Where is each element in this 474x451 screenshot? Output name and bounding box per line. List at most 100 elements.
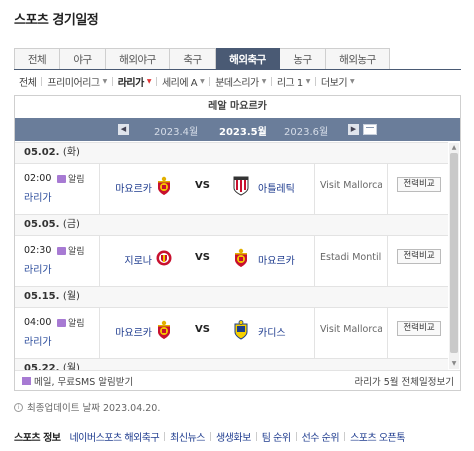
- alarm-button[interactable]: 알림: [57, 172, 85, 185]
- chevron-down-icon: ▼: [350, 78, 355, 85]
- alarm-icon: [57, 174, 66, 183]
- next-month-link[interactable]: 2023.6월: [284, 123, 328, 138]
- match-row: 02:30 알림라리가 지로나 VS 마요르카 Estadi Montilivi 전력비교: [15, 236, 448, 286]
- away-team-emblem-icon[interactable]: [233, 248, 249, 268]
- tab-6[interactable]: 해외농구: [326, 48, 390, 70]
- league-item-1[interactable]: 프리미어리그 ▼: [42, 74, 111, 89]
- league-item-2[interactable]: 라리가 ▼: [113, 74, 156, 89]
- compare-button[interactable]: 전력비교: [397, 321, 441, 336]
- last-updated: i 최종업데이트 날짜 2023.04.20.: [14, 400, 160, 414]
- scroll-thumb[interactable]: [450, 153, 458, 353]
- schedule-footer: 메일, 무료SMS 알림받기 라리가 5월 전체일정보기: [15, 370, 460, 390]
- league-item-4[interactable]: 분데스리가 ▼: [210, 74, 271, 89]
- venue: Visit Mallorca: [320, 324, 382, 335]
- day-of-week: (금): [62, 219, 80, 230]
- away-team-link[interactable]: 카디스: [258, 324, 286, 339]
- alarm-button[interactable]: 알림: [57, 244, 85, 257]
- divider: [99, 164, 100, 214]
- compare-button[interactable]: 전력비교: [397, 177, 441, 192]
- league-label: 전체: [19, 78, 37, 89]
- date-text: 05.02.: [24, 147, 60, 158]
- footer-link[interactable]: 생생화보: [211, 429, 256, 444]
- day-of-week: (월): [62, 363, 80, 370]
- tab-5[interactable]: 농구: [280, 48, 326, 70]
- tab-0[interactable]: 전체: [14, 48, 60, 70]
- date-text: 05.05.: [24, 219, 60, 230]
- alarm-link-label: 메일, 무료SMS 알림받기: [34, 377, 134, 388]
- tab-2[interactable]: 해외야구: [106, 48, 170, 70]
- alarm-button[interactable]: 알림: [57, 316, 85, 329]
- footer-link[interactable]: 최신뉴스: [165, 429, 210, 444]
- scroll-up-icon[interactable]: ▲: [450, 144, 458, 152]
- chevron-down-icon: ▼: [102, 78, 108, 85]
- day-of-week: (월): [62, 291, 80, 302]
- divider: [314, 164, 315, 214]
- footer-link[interactable]: 네이버스포츠 해외축구: [69, 429, 164, 444]
- prev-month-icon[interactable]: ◀: [118, 124, 129, 135]
- alarm-label: 알림: [68, 319, 85, 329]
- scroll-down-icon[interactable]: ▼: [450, 360, 458, 368]
- league-label: 리그 1: [276, 78, 303, 89]
- vs-label: VS: [195, 324, 210, 335]
- month-navigation: ◀ 2023.4월 2023.5월 2023.6월 ▶: [15, 118, 460, 141]
- footer-link[interactable]: 선수 순위: [297, 429, 344, 444]
- match-time: 04:00: [24, 317, 52, 328]
- chevron-down-icon: ▼: [305, 78, 311, 85]
- info-icon: i: [14, 402, 23, 412]
- schedule-box: 레알 마요르카 ◀ 2023.4월 2023.5월 2023.6월 ▶ 05.0…: [14, 95, 461, 391]
- full-schedule-link[interactable]: 라리가 5월 전체일정보기: [355, 374, 454, 388]
- home-team-link[interactable]: 마요르카: [115, 324, 152, 339]
- league-link[interactable]: 라리가: [24, 189, 52, 204]
- divider: [387, 236, 388, 286]
- calendar-icon[interactable]: [363, 124, 377, 135]
- home-team-emblem-icon[interactable]: [156, 248, 172, 268]
- prev-month-link[interactable]: 2023.4월: [154, 123, 198, 138]
- chevron-down-icon: ▼: [146, 78, 152, 85]
- away-team-emblem-icon[interactable]: [233, 320, 249, 340]
- team-title: 레알 마요르카: [15, 96, 460, 118]
- league-label: 분데스리가: [215, 78, 259, 89]
- away-team-emblem-icon[interactable]: [233, 176, 249, 196]
- alarm-label: 알림: [68, 247, 85, 257]
- league-label: 세리에 A: [161, 78, 198, 89]
- league-item-6[interactable]: 더보기 ▼: [316, 74, 359, 89]
- divider: [99, 236, 100, 286]
- divider: [314, 236, 315, 286]
- vs-label: VS: [195, 252, 210, 263]
- home-team-emblem-icon[interactable]: [156, 176, 172, 196]
- next-month-icon[interactable]: ▶: [348, 124, 359, 135]
- date-header: 05.05. (금): [15, 214, 448, 236]
- scrollbar[interactable]: ▲ ▼: [449, 143, 459, 369]
- league-item-5[interactable]: 리그 1 ▼: [272, 74, 315, 89]
- vs-label: VS: [195, 180, 210, 191]
- day-of-week: (화): [62, 147, 80, 158]
- footer-link[interactable]: 팀 순위: [257, 429, 296, 444]
- away-team-link[interactable]: 마요르카: [258, 252, 295, 267]
- date-header: 05.02. (화): [15, 142, 448, 164]
- match-row: 02:00 알림 라리가 마요르카 VS 아틀레틱 Visit Mallorca 전력비교: [15, 164, 448, 214]
- match-list: 05.02. (화) 02:00 알림 라리가 마요르카 VS 아틀레틱 Visit Mall…: [15, 142, 448, 370]
- league-item-0[interactable]: 전체: [14, 74, 41, 89]
- alarm-link[interactable]: 메일, 무료SMS 알림받기: [22, 374, 133, 388]
- league-link[interactable]: 라리가: [24, 261, 52, 276]
- tab-3[interactable]: 축구: [170, 48, 216, 70]
- divider: [314, 308, 315, 358]
- date-header: 05.22. (월): [15, 358, 448, 370]
- date-header: 05.15. (월): [15, 286, 448, 308]
- date-text: 05.15.: [24, 291, 60, 302]
- alarm-icon: [57, 318, 66, 327]
- footer-link[interactable]: 스포츠 오픈톡: [345, 429, 410, 444]
- away-team-link[interactable]: 아틀레틱: [258, 180, 295, 195]
- compare-button[interactable]: 전력비교: [397, 249, 441, 264]
- chevron-down-icon: ▼: [261, 78, 267, 85]
- divider: [387, 308, 388, 358]
- home-team-link[interactable]: 마요르카: [115, 180, 152, 195]
- league-link[interactable]: 라리가: [24, 333, 52, 348]
- home-team-link[interactable]: 지로나: [124, 252, 152, 267]
- last-updated-text: 최종업데이트 날짜 2023.04.20.: [27, 403, 161, 414]
- home-team-emblem-icon[interactable]: [156, 320, 172, 340]
- tab-1[interactable]: 야구: [60, 48, 106, 70]
- league-item-3[interactable]: 세리에 A ▼: [157, 74, 209, 89]
- tab-4[interactable]: 해외축구: [216, 48, 280, 70]
- current-month: 2023.5월: [219, 127, 267, 138]
